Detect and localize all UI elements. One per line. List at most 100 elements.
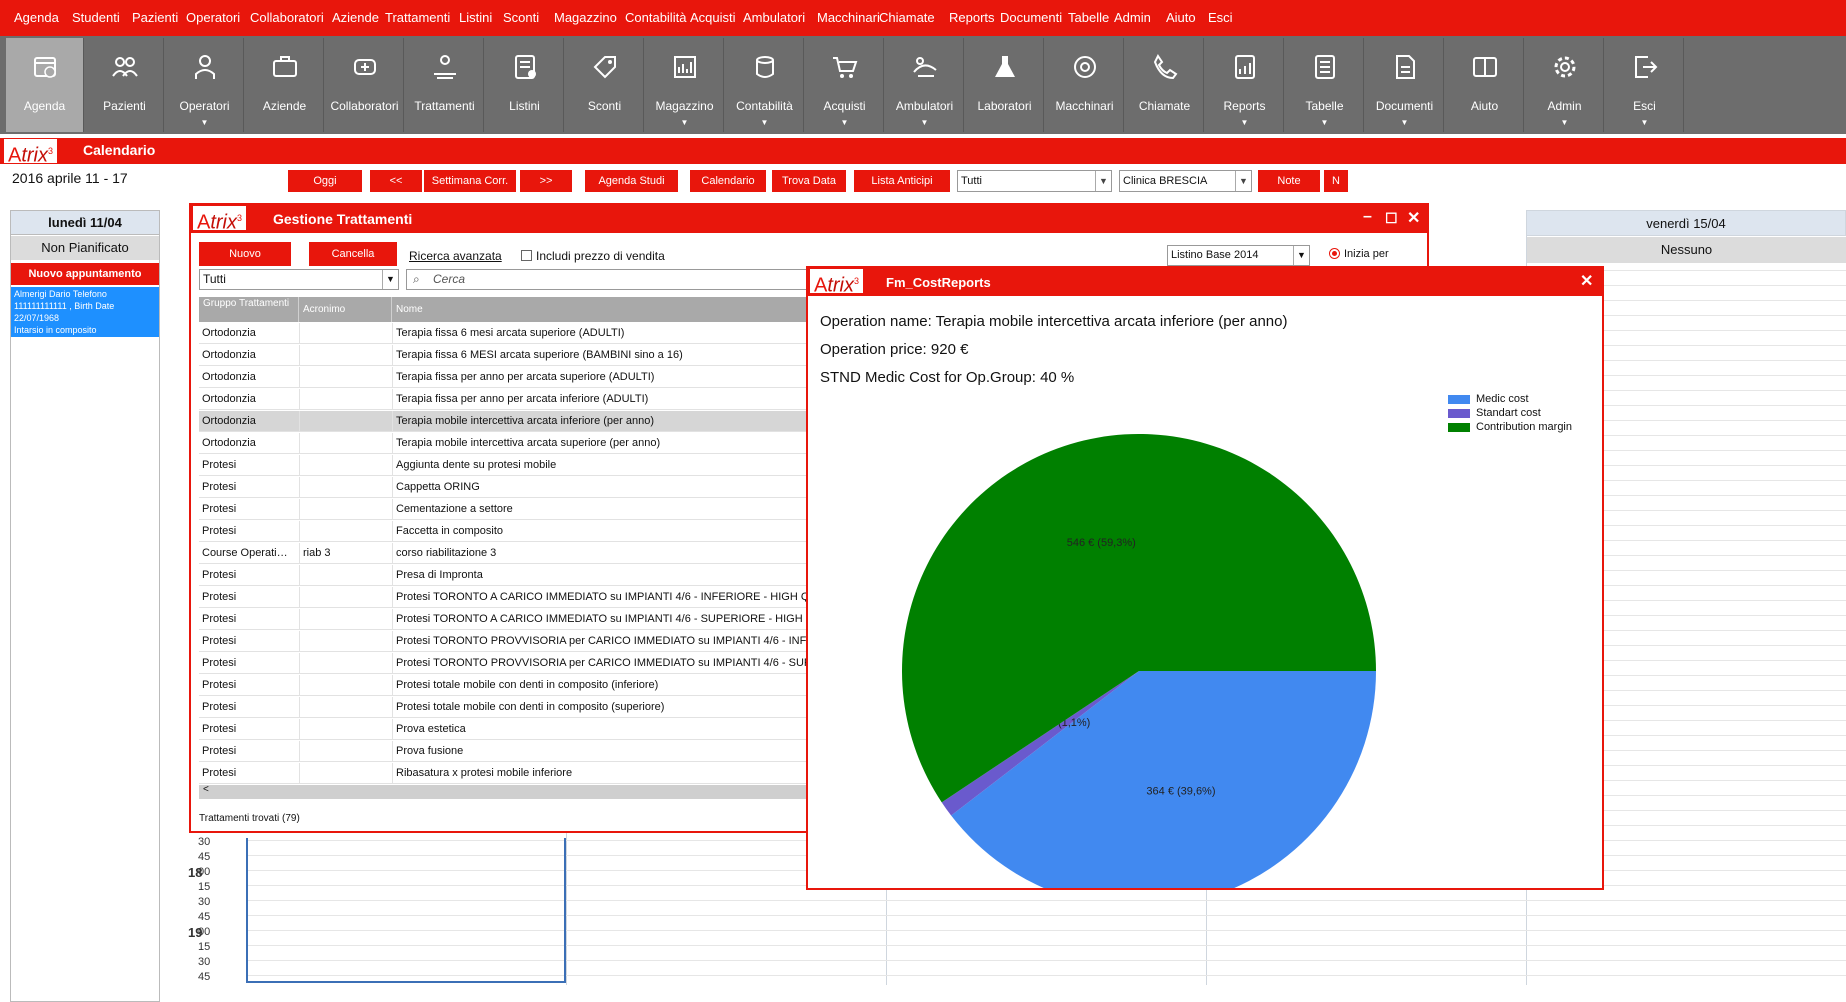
toolbar-button-chiamate[interactable]: Chiamate (1126, 38, 1204, 132)
table-row[interactable]: Protesi Aggiunta dente su protesi mobile (199, 455, 839, 476)
toolbar-button-ambulatori[interactable]: Ambulatori ▼ (886, 38, 964, 132)
menu-item-operatori[interactable]: Operatori (186, 10, 240, 25)
horizontal-scrollbar[interactable]: < (199, 784, 839, 799)
toolbar-button-documenti[interactable]: Documenti ▼ (1366, 38, 1444, 132)
menu-item-reports[interactable]: Reports (949, 10, 995, 25)
include-sale-price-checkbox[interactable]: Includi prezzo di vendita (521, 249, 665, 263)
menu-item-collaboratori[interactable]: Collaboratori (250, 10, 324, 25)
table-row[interactable]: Ortodonzia Terapia fissa per anno per arc… (199, 367, 839, 388)
toolbar-button-tabelle[interactable]: Tabelle ▼ (1286, 38, 1364, 132)
column-header-acronym[interactable]: Acronimo (299, 297, 392, 322)
chevron-down-icon[interactable]: ▼ (1366, 118, 1443, 127)
chevron-down-icon[interactable]: ▼ (1206, 118, 1283, 127)
table-row[interactable]: Course Operati… riab 3 corso riabilitazion… (199, 543, 839, 564)
table-row[interactable]: Ortodonzia Terapia fissa 6 MESI arcata su… (199, 345, 839, 366)
day-header-monday[interactable]: lunedì 11/04 (11, 211, 159, 235)
menu-item-studenti[interactable]: Studenti (72, 10, 120, 25)
table-row[interactable]: Ortodonzia Terapia fissa per anno per arc… (199, 389, 839, 410)
new-treatment-button[interactable]: Nuovo (199, 242, 291, 266)
table-row[interactable]: Protesi Protesi TORONTO PROVVISORIA per C… (199, 631, 839, 652)
table-row[interactable]: Protesi Presa di Impronta (199, 565, 839, 586)
table-row[interactable]: Protesi Protesi TORONTO A CARICO IMMEDIAT… (199, 587, 839, 608)
menu-item-trattamenti[interactable]: Trattamenti (385, 10, 450, 25)
advance-list-button[interactable]: Lista Anticipi (854, 170, 950, 192)
selected-day-column[interactable] (246, 838, 566, 983)
new-appointment-button[interactable]: Nuovo appuntamento (11, 263, 159, 285)
toolbar-button-aiuto[interactable]: Aiuto (1446, 38, 1524, 132)
column-header-group[interactable]: Gruppo Trattamenti (199, 297, 299, 322)
clinic-select[interactable]: Clinica BRESCIA ▼ (1119, 170, 1252, 192)
toolbar-button-operatori[interactable]: Operatori ▼ (166, 38, 244, 132)
table-row[interactable]: Protesi Protesi totale mobile con denti i… (199, 675, 839, 696)
radio-icon[interactable] (1329, 248, 1340, 259)
prev-week-button[interactable]: << (370, 170, 422, 192)
toolbar-button-acquisti[interactable]: Acquisti ▼ (806, 38, 884, 132)
chevron-down-icon[interactable]: ▼ (166, 118, 243, 127)
minimize-icon[interactable]: – (1363, 208, 1372, 226)
table-row[interactable]: Protesi Cementazione a settore (199, 499, 839, 520)
appointment-card[interactable]: Almerigi Dario Telefono 111111111111 , B… (11, 287, 159, 337)
menu-item-contabilit[interactable]: Contabilità (625, 10, 686, 25)
menu-item-acquisti[interactable]: Acquisti (690, 10, 736, 25)
chevron-down-icon[interactable]: ▼ (646, 118, 723, 127)
toolbar-button-agenda[interactable]: Agenda (6, 38, 84, 132)
menu-item-admin[interactable]: Admin (1114, 10, 1151, 25)
advanced-search-link[interactable]: Ricerca avanzata (409, 249, 502, 263)
studio-agenda-button[interactable]: Agenda Studi (585, 170, 678, 192)
table-row[interactable]: Protesi Faccetta in composito (199, 521, 839, 542)
toolbar-button-magazzino[interactable]: Magazzino ▼ (646, 38, 724, 132)
day-header-friday[interactable]: venerdì 15/04 (1526, 210, 1846, 236)
toolbar-button-esci[interactable]: Esci ▼ (1606, 38, 1684, 132)
group-filter-select[interactable]: Tutti ▼ (199, 269, 399, 290)
toolbar-button-laboratori[interactable]: Laboratori (966, 38, 1044, 132)
menu-item-esci[interactable]: Esci (1208, 10, 1233, 25)
delete-treatment-button[interactable]: Cancella (309, 242, 397, 266)
calendar-button[interactable]: Calendario (690, 170, 766, 192)
table-row[interactable]: Ortodonzia Terapia mobile intercettiva ar… (199, 433, 839, 454)
operator-select[interactable]: Tutti ▼ (957, 170, 1112, 192)
menu-item-magazzino[interactable]: Magazzino (554, 10, 617, 25)
next-week-button[interactable]: >> (520, 170, 572, 192)
close-icon[interactable]: ✕ (1580, 271, 1593, 291)
table-row[interactable]: Protesi Protesi TORONTO A CARICO IMMEDIAT… (199, 609, 839, 630)
today-button[interactable]: Oggi (288, 170, 362, 192)
toolbar-button-listini[interactable]: Listini (486, 38, 564, 132)
menu-item-ambulatori[interactable]: Ambulatori (743, 10, 805, 25)
menu-item-documenti[interactable]: Documenti (1000, 10, 1062, 25)
toolbar-button-macchinari[interactable]: Macchinari (1046, 38, 1124, 132)
toolbar-button-sconti[interactable]: Sconti (566, 38, 644, 132)
toolbar-button-reports[interactable]: Reports ▼ (1206, 38, 1284, 132)
chevron-down-icon[interactable]: ▼ (886, 118, 963, 127)
window-title-bar[interactable]: Atrix3 Gestione Trattamenti – ☐ ✕ (191, 205, 1427, 234)
chevron-down-icon[interactable]: ▼ (1606, 118, 1683, 127)
table-row[interactable]: Ortodonzia Terapia fissa 6 mesi arcata su… (199, 323, 839, 344)
n-button[interactable]: N (1324, 170, 1348, 192)
toolbar-button-admin[interactable]: Admin ▼ (1526, 38, 1604, 132)
toolbar-button-collaboratori[interactable]: Collaboratori (326, 38, 404, 132)
menu-item-aiuto[interactable]: Aiuto (1166, 10, 1196, 25)
table-row[interactable]: Protesi Cappetta ORING (199, 477, 839, 498)
scroll-left-icon[interactable]: < (203, 784, 209, 795)
chevron-down-icon[interactable]: ▼ (806, 118, 883, 127)
menu-item-agenda[interactable]: Agenda (14, 10, 59, 25)
checkbox-icon[interactable] (521, 250, 532, 261)
chevron-down-icon[interactable]: ▼ (1286, 118, 1363, 127)
menu-item-pazienti[interactable]: Pazienti (132, 10, 178, 25)
find-date-button[interactable]: Trova Data (772, 170, 846, 192)
table-row[interactable]: Protesi Ribasatura x protesi mobile infer… (199, 763, 839, 784)
table-row[interactable]: Protesi Protesi TORONTO PROVVISORIA per C… (199, 653, 839, 674)
toolbar-button-pazienti[interactable]: Pazienti (86, 38, 164, 132)
table-row[interactable]: Protesi Protesi totale mobile con denti i… (199, 697, 839, 718)
column-header-name[interactable]: Nome (392, 297, 839, 322)
menu-item-sconti[interactable]: Sconti (503, 10, 539, 25)
table-row[interactable]: Ortodonzia Terapia mobile intercettiva ar… (199, 411, 839, 432)
starts-with-radio[interactable]: Inizia per (1329, 248, 1389, 260)
window-title-bar[interactable]: Atrix3 Fm_CostReports ✕ (808, 268, 1602, 297)
toolbar-button-aziende[interactable]: Aziende (246, 38, 324, 132)
menu-item-tabelle[interactable]: Tabelle (1068, 10, 1109, 25)
maximize-icon[interactable]: ☐ (1385, 210, 1398, 227)
menu-item-listini[interactable]: Listini (459, 10, 492, 25)
menu-item-chiamate[interactable]: Chiamate (879, 10, 935, 25)
note-button[interactable]: Note (1258, 170, 1320, 192)
close-icon[interactable]: ✕ (1407, 208, 1420, 228)
